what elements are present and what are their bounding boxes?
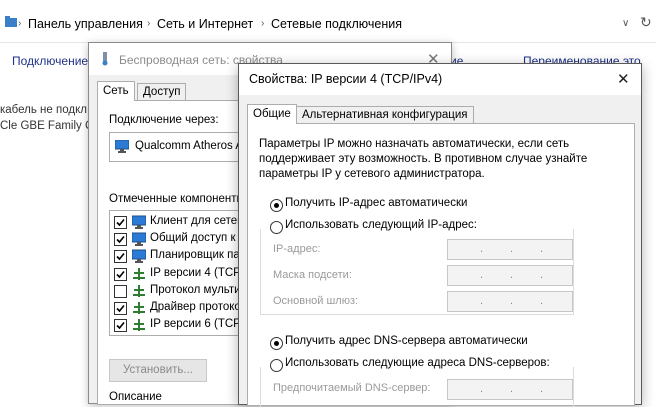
protocol-icon — [132, 284, 146, 298]
toolbar-connect-item[interactable]: Подключение — [12, 54, 88, 68]
component-checkbox[interactable] — [114, 284, 127, 298]
address-bar: › Панель управления › Сеть и Интернет › … — [0, 0, 656, 42]
subnet-mask-field[interactable]: ... — [447, 265, 573, 286]
network-client-icon — [132, 215, 146, 229]
install-button[interactable]: Установить... — [109, 359, 207, 382]
protocol-icon — [132, 301, 146, 315]
network-folder-icon — [4, 15, 18, 29]
tab-general[interactable]: Общие — [247, 104, 297, 124]
component-label: Протокол мульти — [150, 283, 241, 296]
component-label: Общий доступ к ф — [150, 232, 249, 245]
breadcrumb-control-panel[interactable]: Панель управления — [28, 17, 143, 31]
components-label: Отмеченные компоненты — [109, 193, 245, 205]
subnet-mask-label: Маска подсети: — [273, 269, 352, 281]
ip-auto-label[interactable]: Получить IP-адрес автоматически — [285, 197, 467, 209]
dns-auto-radio[interactable] — [270, 337, 283, 350]
component-checkbox[interactable] — [114, 302, 127, 315]
protocol-icon — [132, 318, 146, 332]
chevron-right-icon: › — [147, 18, 151, 29]
breadcrumb-network-internet[interactable]: Сеть и Интернет — [157, 17, 253, 31]
description-line: параметры IP у сетевого администратора. — [259, 168, 485, 180]
chevron-down-icon[interactable]: ∨ — [622, 18, 629, 29]
file-sharing-icon — [132, 232, 146, 247]
dialog-title: Свойства: IP версии 4 (TCP/IPv4) — [249, 72, 443, 86]
description-label: Описание — [109, 391, 162, 403]
close-icon[interactable]: ✕ — [617, 70, 630, 88]
component-label: Клиент для сетей — [150, 215, 244, 227]
default-gateway-label: Основной шлюз: — [273, 295, 359, 307]
component-label: Драйвер протоко — [150, 301, 241, 313]
chevron-right-icon: › — [261, 18, 265, 29]
ip-address-label: IP-адрес: — [273, 243, 321, 255]
adapter-name: Qualcomm Atheros A — [135, 140, 244, 152]
tab-alternate-config[interactable]: Альтернативная конфигурация — [296, 106, 474, 124]
monitor-icon — [115, 140, 129, 153]
ip-auto-radio[interactable] — [270, 199, 283, 212]
component-label: IP версии 6 (TCP — [150, 318, 241, 331]
preferred-dns-label: Предпочитаемый DNS-сервер: — [273, 382, 431, 394]
tab-network[interactable]: Сеть — [97, 81, 135, 101]
component-checkbox[interactable] — [114, 319, 127, 333]
component-label: Планировщик па — [150, 249, 240, 262]
ipv4-properties-dialog: Свойства: IP версии 4 (TCP/IPv4) ✕ Общие… — [238, 63, 642, 407]
default-gateway-field[interactable]: ... — [447, 291, 573, 312]
network-adapter-icon — [99, 52, 111, 66]
description-line: Параметры IP можно назначать автоматичес… — [259, 138, 570, 150]
dns-auto-label[interactable]: Получить адрес DNS-сервера автоматически — [285, 335, 528, 347]
description-line: поддерживает эту возможность. В противно… — [259, 153, 588, 165]
general-tab-panel: Параметры IP можно назначать автоматичес… — [247, 123, 635, 407]
component-checkbox[interactable] — [114, 250, 127, 264]
refresh-icon[interactable]: ↻ — [640, 14, 652, 31]
adapter-name-text: Cle GBE Family C — [0, 120, 94, 132]
radio-selected-dot — [274, 341, 279, 346]
tab-sharing[interactable]: Доступ — [137, 83, 187, 101]
dialog-title-bar: Свойства: IP версии 4 (TCP/IPv4) ✕ — [239, 64, 641, 95]
ip-address-field[interactable]: ... — [447, 239, 573, 260]
chevron-right-icon: › — [18, 18, 22, 29]
breadcrumb-network-connections[interactable]: Сетевые подключения — [271, 17, 402, 31]
connect-via-label: Подключение через: — [109, 114, 219, 126]
connection-status-text: кабель не подкл — [0, 104, 87, 116]
component-label: IP версии 4 (TCP — [150, 266, 241, 279]
radio-selected-dot — [274, 203, 279, 208]
component-checkbox[interactable] — [114, 216, 127, 229]
packet-scheduler-icon — [132, 249, 146, 264]
component-checkbox[interactable] — [114, 267, 127, 281]
protocol-icon — [132, 267, 146, 281]
component-checkbox[interactable] — [114, 233, 127, 247]
